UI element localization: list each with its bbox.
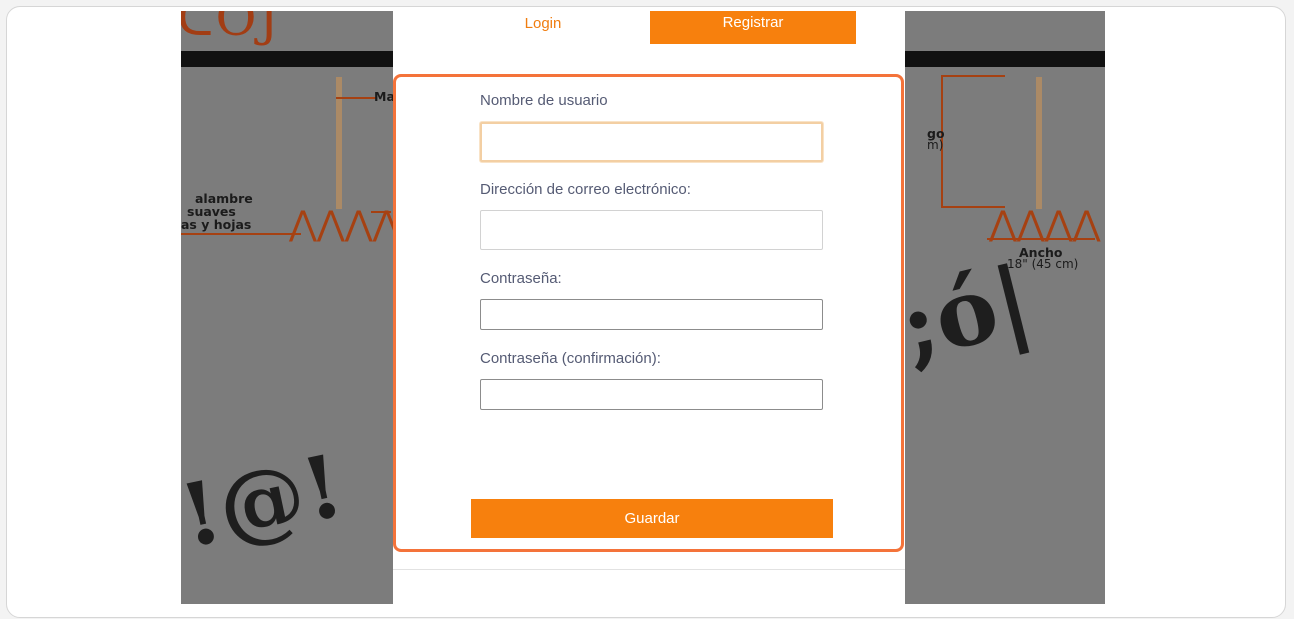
bg-scribble-right: ;ó| bbox=[889, 245, 1041, 381]
dimension-line bbox=[371, 211, 391, 213]
rake-handle-right bbox=[1036, 77, 1042, 209]
password-confirm-label: Contraseña (confirmación): bbox=[480, 350, 661, 367]
password-input[interactable] bbox=[480, 299, 823, 330]
dimension-line bbox=[941, 75, 1005, 77]
username-label: Nombre de usuario bbox=[480, 92, 608, 109]
email-input[interactable] bbox=[480, 210, 823, 250]
dimension-line bbox=[987, 238, 1095, 240]
dimension-line bbox=[336, 97, 376, 99]
dimension-line bbox=[181, 233, 301, 235]
bg-scribble-left: !@! bbox=[181, 435, 352, 568]
bg-label-right-2: m) bbox=[927, 138, 944, 152]
bg-label-left-3: as y hojas bbox=[181, 217, 252, 232]
password-confirm-input[interactable] bbox=[480, 379, 823, 410]
register-form: Nombre de usuario Dirección de correo el… bbox=[393, 74, 904, 552]
register-modal: Login Registrar Nombre de usuario Direcc… bbox=[393, 11, 905, 604]
auth-tabs: Login Registrar bbox=[393, 11, 905, 45]
brand-logo-fragment: ᑕOJ bbox=[181, 11, 281, 47]
email-label: Dirección de correo electrónico: bbox=[480, 181, 691, 198]
password-label: Contraseña: bbox=[480, 270, 562, 287]
tab-register[interactable]: Registrar bbox=[650, 11, 856, 44]
save-button[interactable]: Guardar bbox=[471, 499, 833, 538]
modal-footer-divider bbox=[393, 569, 905, 570]
tab-login[interactable]: Login bbox=[488, 11, 598, 37]
username-input[interactable] bbox=[480, 122, 823, 162]
rake-head-right: ⋀⋀⋀⋀ bbox=[989, 204, 1101, 244]
bg-label-top-left: Ma bbox=[374, 89, 395, 104]
